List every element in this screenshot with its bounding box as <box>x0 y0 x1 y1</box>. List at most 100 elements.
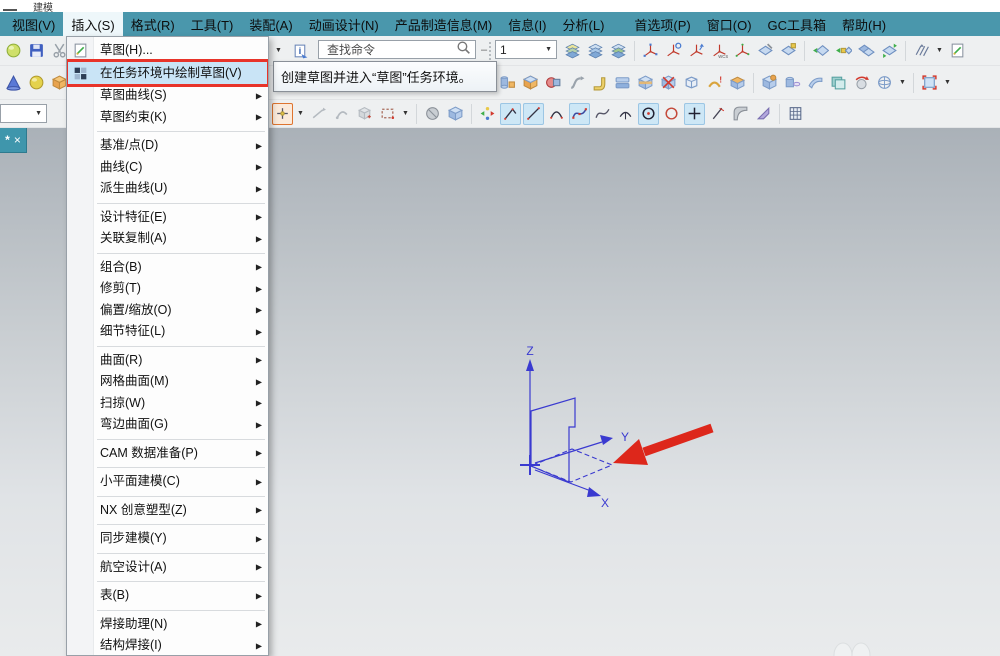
profile-icon[interactable] <box>500 103 521 125</box>
menubar-item-1[interactable]: 视图(V) <box>4 12 63 37</box>
point-icon[interactable] <box>684 103 705 125</box>
revolve-icon[interactable] <box>497 72 518 94</box>
menubar-item-12[interactable]: GC工具箱 <box>760 12 835 37</box>
menu-item-7[interactable]: 派生曲线(U)▶ <box>67 178 268 200</box>
menu-item-19[interactable]: 小平面建模(C)▶ <box>67 471 268 493</box>
menu-item-3[interactable]: 草图曲线(S)▶ <box>67 85 268 107</box>
sheet-bend-icon[interactable] <box>805 72 826 94</box>
select-rect-icon[interactable] <box>377 103 398 125</box>
search-icon[interactable] <box>455 39 472 61</box>
axis-x[interactable] <box>535 470 591 491</box>
split-body-icon[interactable] <box>635 72 656 94</box>
trim-body-icon[interactable] <box>612 72 633 94</box>
menu-item-12[interactable]: 偏置/缩放(O)▶ <box>67 300 268 322</box>
fit-curve-icon[interactable] <box>592 103 613 125</box>
menubar-item-6[interactable]: 动画设计(N) <box>301 12 387 37</box>
menu-item-25[interactable]: 结构焊接(I)▶ <box>67 635 268 656</box>
flange-icon[interactable] <box>589 72 610 94</box>
menu-item-11[interactable]: 修剪(T)▶ <box>67 278 268 300</box>
menu-item-21[interactable]: 同步建模(Y)▶ <box>67 528 268 550</box>
pattern-curve-icon[interactable] <box>477 103 498 125</box>
sketch-plane-dashed[interactable] <box>531 449 612 482</box>
move-face-icon[interactable] <box>759 72 780 94</box>
new-part-icon[interactable] <box>3 40 24 62</box>
sketch-profile[interactable] <box>531 398 575 482</box>
thicken-icon[interactable] <box>727 72 748 94</box>
grid-icon[interactable] <box>785 103 806 125</box>
cone-icon[interactable] <box>3 72 24 94</box>
menubar-item-10[interactable]: 首选项(P) <box>626 12 698 37</box>
menu-item-15[interactable]: 网格曲面(M)▶ <box>67 371 268 393</box>
layer-category-icon[interactable] <box>608 40 629 62</box>
plane-sketch-icon[interactable] <box>755 40 776 62</box>
menu-item-2[interactable]: 在任务环境中绘制草图(V) <box>67 61 268 85</box>
menu-item-8[interactable]: 设计特征(E)▶ <box>67 207 268 229</box>
menu-item-6[interactable]: 曲线(C)▶ <box>67 157 268 179</box>
circle-icon[interactable] <box>661 103 682 125</box>
menu-item-17[interactable]: 弯边曲面(G)▶ <box>67 414 268 436</box>
toolbar-drag-handle[interactable] <box>489 42 494 60</box>
menu-item-10[interactable]: 组合(B)▶ <box>67 257 268 279</box>
origin-marker[interactable] <box>520 455 540 475</box>
menu-item-22[interactable]: 航空设计(A)▶ <box>67 557 268 579</box>
sphere-tool-icon[interactable] <box>26 72 47 94</box>
sweep-icon[interactable] <box>566 72 587 94</box>
dropdown-caret[interactable]: ▼ <box>942 79 953 86</box>
datum-axis-icon[interactable] <box>833 40 854 62</box>
emboss-icon[interactable]: ! <box>704 72 725 94</box>
unite-icon[interactable] <box>520 72 541 94</box>
snap-midpoint-icon[interactable] <box>354 103 375 125</box>
shaded-cube-icon[interactable] <box>445 103 466 125</box>
menu-item-1[interactable]: 草图(H)... <box>67 39 268 61</box>
save-icon[interactable] <box>26 40 47 62</box>
csys-dialog-icon[interactable] <box>732 40 753 62</box>
dropdown-caret[interactable]: ▼ <box>295 110 306 117</box>
menubar-item-9[interactable]: 分析(L) <box>555 12 613 37</box>
datum-point-icon[interactable] <box>856 40 877 62</box>
sketch-partial-icon[interactable] <box>947 40 968 62</box>
toolbar-minimize-handle[interactable]: – <box>481 44 487 56</box>
menubar-item-5[interactable]: 装配(A) <box>241 12 300 37</box>
stack-icon[interactable] <box>828 72 849 94</box>
resource-panel-tab[interactable]: * × <box>0 128 27 153</box>
circle-center-icon[interactable] <box>638 103 659 125</box>
menu-item-9[interactable]: 关联复制(A)▶ <box>67 228 268 250</box>
three-point-arc-icon[interactable] <box>615 103 636 125</box>
toolbar-overflow-caret[interactable]: ▼ <box>273 47 284 54</box>
close-icon[interactable]: × <box>14 134 21 146</box>
datum-plane-icon[interactable] <box>810 40 831 62</box>
arc-icon[interactable] <box>546 103 567 125</box>
datum-csys-icon[interactable] <box>640 40 661 62</box>
snap-inferred-icon[interactable] <box>308 103 329 125</box>
menubar-item-3[interactable]: 格式(R) <box>123 12 183 37</box>
vector-dialog-icon[interactable] <box>686 40 707 62</box>
menu-item-20[interactable]: NX 创意塑型(Z)▶ <box>67 500 268 522</box>
offset-region-icon[interactable] <box>782 72 803 94</box>
dropdown-caret[interactable]: ▼ <box>897 79 908 86</box>
selection-filter-combo[interactable]: ▼ <box>0 104 47 123</box>
menu-item-5[interactable]: 基准/点(D)▶ <box>67 135 268 157</box>
wcs-dynamics-icon[interactable]: WCS <box>709 40 730 62</box>
render-style-icon[interactable] <box>422 103 443 125</box>
menu-item-14[interactable]: 曲面(R)▶ <box>67 350 268 372</box>
info-icon[interactable]: i <box>290 40 311 62</box>
fillet-icon[interactable] <box>730 103 751 125</box>
shell-icon[interactable] <box>681 72 702 94</box>
dropdown-caret[interactable]: ▼ <box>400 110 411 117</box>
move-to-layer-icon[interactable] <box>585 40 606 62</box>
menu-item-16[interactable]: 扫掠(W)▶ <box>67 393 268 415</box>
menubar-item-7[interactable]: 产品制造信息(M) <box>387 12 501 37</box>
studio-spline-icon[interactable] <box>569 103 590 125</box>
menu-item-18[interactable]: CAM 数据准备(P)▶ <box>67 443 268 465</box>
menu-item-23[interactable]: 表(B)▶ <box>67 585 268 607</box>
search-input[interactable] <box>325 42 455 58</box>
datum-csys-grid-icon[interactable] <box>879 40 900 62</box>
point-dialog-icon[interactable] <box>663 40 684 62</box>
hatch-icon[interactable] <box>911 40 932 62</box>
menu-item-13[interactable]: 细节特征(L)▶ <box>67 321 268 343</box>
snap-point-icon[interactable] <box>272 103 293 125</box>
menubar-item-2[interactable]: 插入(S) <box>63 12 122 37</box>
subtract-icon[interactable] <box>543 72 564 94</box>
layer-settings-icon[interactable] <box>562 40 583 62</box>
fit-view-icon[interactable] <box>919 72 940 94</box>
